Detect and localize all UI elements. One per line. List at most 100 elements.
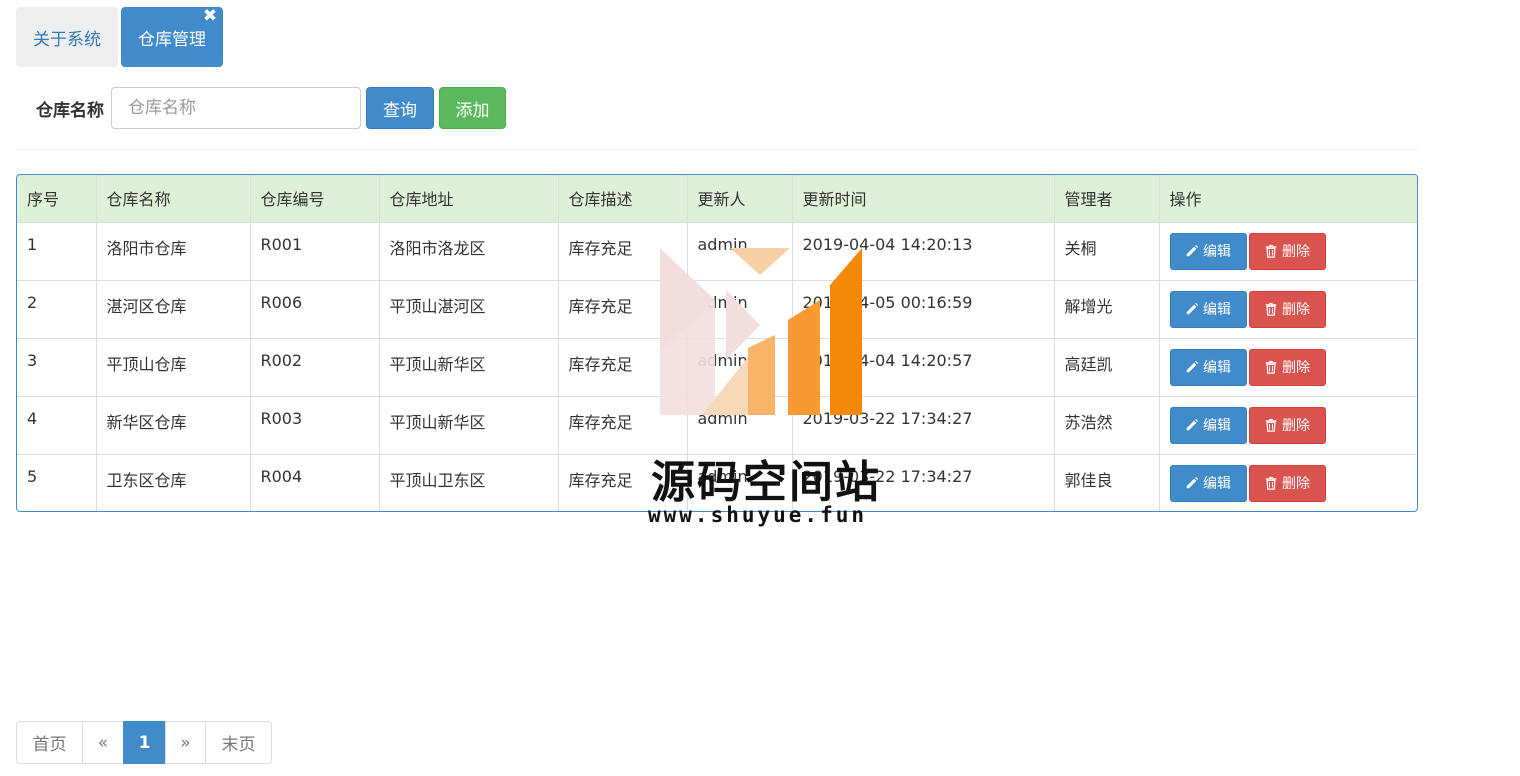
column-header: 更新时间 — [792, 175, 1055, 222]
pencil-icon — [1186, 476, 1199, 489]
table-header-row: 序号 仓库名称 仓库编号 仓库地址 仓库描述 更新人 更新时间 管理者 操作 — [17, 175, 1417, 222]
first-page-button[interactable]: 首页 — [16, 721, 83, 764]
tab-warehouse-management[interactable]: 仓库管理 ✖ — [121, 7, 223, 67]
warehouse-name-cell: 卫东区仓库 — [96, 453, 251, 511]
delete-button[interactable]: 删除 — [1248, 348, 1326, 386]
pencil-icon — [1186, 244, 1199, 257]
warehouse-address-cell: 平顶山新华区 — [379, 337, 559, 396]
current-page-button[interactable]: 1 — [123, 721, 166, 764]
actions-cell: 编辑 删除 — [1159, 279, 1417, 338]
warehouse-name-cell: 新华区仓库 — [96, 395, 251, 454]
pencil-icon — [1186, 360, 1199, 373]
manager-cell: 解增光 — [1054, 279, 1160, 338]
column-header: 仓库描述 — [558, 175, 688, 222]
delete-button[interactable]: 删除 — [1248, 232, 1326, 270]
edit-label: 编辑 — [1203, 360, 1231, 376]
warehouse-code-cell: R006 — [250, 279, 380, 338]
table-row: 3 平顶山仓库 R002 平顶山新华区 库存充足 admin 2019-04-04 14:2… — [17, 337, 1417, 396]
trash-icon — [1265, 360, 1277, 374]
column-header: 仓库名称 — [96, 175, 251, 222]
prev-page-button[interactable]: « — [82, 721, 124, 764]
warehouse-address-cell: 平顶山卫东区 — [379, 453, 559, 511]
edit-button[interactable]: 编辑 — [1169, 406, 1247, 444]
delete-label: 删除 — [1282, 476, 1310, 492]
edit-label: 编辑 — [1203, 476, 1231, 492]
last-page-button[interactable]: 末页 — [205, 721, 272, 764]
manager-cell: 苏浩然 — [1054, 395, 1160, 454]
column-header: 仓库编号 — [250, 175, 380, 222]
warehouse-code-cell: R003 — [250, 395, 380, 454]
add-button[interactable]: 添加 — [439, 87, 506, 129]
delete-button[interactable]: 删除 — [1248, 290, 1326, 328]
delete-button[interactable]: 删除 — [1248, 464, 1326, 502]
updater-cell: admin — [687, 279, 793, 338]
edit-label: 编辑 — [1203, 302, 1231, 318]
trash-icon — [1265, 476, 1277, 490]
row-index-cell: 4 — [17, 395, 97, 454]
warehouse-desc-cell: 库存充足 — [558, 337, 688, 396]
delete-label: 删除 — [1282, 302, 1310, 318]
warehouse-name-cell: 洛阳市仓库 — [96, 221, 251, 280]
edit-label: 编辑 — [1203, 244, 1231, 260]
manager-cell: 关桐 — [1054, 221, 1160, 280]
manager-cell: 郭佳良 — [1054, 453, 1160, 511]
trash-icon — [1265, 302, 1277, 316]
edit-button[interactable]: 编辑 — [1169, 464, 1247, 502]
warehouse-name-cell: 平顶山仓库 — [96, 337, 251, 396]
warehouse-code-cell: R001 — [250, 221, 380, 280]
delete-button[interactable]: 删除 — [1248, 406, 1326, 444]
row-index-cell: 2 — [17, 279, 97, 338]
updater-cell: admin — [687, 337, 793, 396]
tab-label: 仓库管理 — [138, 29, 206, 50]
row-index-cell: 1 — [17, 221, 97, 280]
watermark-title: 源码空间站 — [651, 457, 881, 508]
warehouse-address-cell: 洛阳市洛龙区 — [379, 221, 559, 280]
warehouse-address-cell: 平顶山新华区 — [379, 395, 559, 454]
actions-cell: 编辑 删除 — [1159, 395, 1417, 454]
update-time-cell: 2019-04-05 00:16:59 — [792, 279, 1055, 338]
delete-label: 删除 — [1282, 244, 1310, 260]
delete-label: 删除 — [1282, 360, 1310, 376]
update-time-cell: 2019-04-04 14:20:13 — [792, 221, 1055, 280]
update-time-cell: 2019-04-04 14:20:57 — [792, 337, 1055, 396]
table-row: 2 湛河区仓库 R006 平顶山湛河区 库存充足 admin 2019-04-05 00:1… — [17, 279, 1417, 338]
column-header: 更新人 — [687, 175, 793, 222]
updater-cell: admin — [687, 221, 793, 280]
close-icon[interactable]: ✖ — [202, 8, 218, 25]
warehouse-code-cell: R002 — [250, 337, 380, 396]
pagination: 首页 « 1 » 末页 — [16, 721, 272, 764]
next-page-button[interactable]: » — [165, 721, 206, 764]
edit-button[interactable]: 编辑 — [1169, 348, 1247, 386]
column-header: 管理者 — [1054, 175, 1160, 222]
warehouse-code-cell: R004 — [250, 453, 380, 511]
edit-label: 编辑 — [1203, 418, 1231, 434]
actions-cell: 编辑 删除 — [1159, 337, 1417, 396]
warehouse-desc-cell: 库存充足 — [558, 221, 688, 280]
trash-icon — [1265, 418, 1277, 432]
manager-cell: 高廷凯 — [1054, 337, 1160, 396]
warehouse-desc-cell: 库存充足 — [558, 279, 688, 338]
row-index-cell: 5 — [17, 453, 97, 511]
warehouse-name-cell: 湛河区仓库 — [96, 279, 251, 338]
trash-icon — [1265, 244, 1277, 258]
row-index-cell: 3 — [17, 337, 97, 396]
actions-cell: 编辑 删除 — [1159, 221, 1417, 280]
column-header: 仓库地址 — [379, 175, 559, 222]
tab-bar: 关于系统 仓库管理 ✖ — [16, 7, 223, 67]
table-row: 1 洛阳市仓库 R001 洛阳市洛龙区 库存充足 admin 2019-04-04 14:2… — [17, 221, 1417, 280]
edit-button[interactable]: 编辑 — [1169, 290, 1247, 328]
tab-about-system[interactable]: 关于系统 — [16, 7, 118, 67]
warehouse-name-input[interactable] — [111, 87, 361, 129]
warehouse-address-cell: 平顶山湛河区 — [379, 279, 559, 338]
tab-label: 关于系统 — [33, 29, 101, 50]
pencil-icon — [1186, 302, 1199, 315]
search-label: 仓库名称 — [36, 101, 104, 121]
column-header: 操作 — [1169, 190, 1202, 210]
edit-button[interactable]: 编辑 — [1169, 232, 1247, 270]
column-header: 序号 — [17, 175, 97, 222]
pencil-icon — [1186, 418, 1199, 431]
actions-cell: 编辑 删除 — [1159, 453, 1417, 511]
delete-label: 删除 — [1282, 418, 1310, 434]
query-button[interactable]: 查询 — [366, 87, 434, 129]
search-form: 仓库名称 查询 添加 — [16, 82, 1418, 150]
